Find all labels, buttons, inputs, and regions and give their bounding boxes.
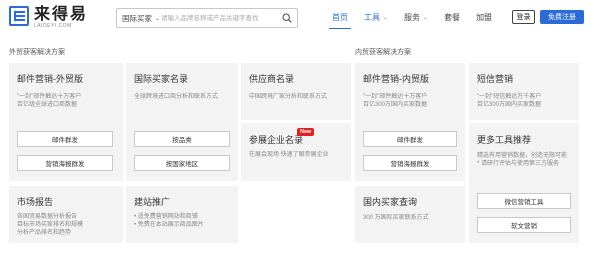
card-title: 参展企业名录 xyxy=(249,135,304,145)
nav-packages[interactable]: 套餐 xyxy=(444,8,460,26)
by-region-button[interactable]: 按国家地区 xyxy=(134,155,230,171)
card-email-foreign: 邮件营销-外贸版 "一封"邮件触达十万客户 百亿级全球进口商数据 邮件群发 营销… xyxy=(9,63,123,181)
card-desc: 300 万国际买家联系方式 xyxy=(363,215,429,221)
new-badge: New xyxy=(297,128,315,136)
card-title: 邮件营销-外贸版 xyxy=(17,74,83,84)
card-sms[interactable]: 短信营销 "一封"短信触达万千客户 百亿300万国内买家数据 xyxy=(469,63,579,120)
login-button[interactable]: 登录 xyxy=(512,10,535,24)
card-title: 建站推广 xyxy=(134,197,171,207)
card-desc: 在展会现场 快速了解参展企业 xyxy=(249,152,329,158)
search-bar: 国际买家 ⌄ xyxy=(116,8,298,28)
by-category-button[interactable]: 按品类 xyxy=(134,131,230,147)
card-title: 短信营销 xyxy=(477,74,514,84)
email-blast-button[interactable]: 邮件群发 xyxy=(17,131,113,147)
search-category-select[interactable]: 国际买家 ⌄ xyxy=(117,13,161,24)
main-nav: 首页 工具 ⌄ 服务 ⌄ 套餐 加盟 xyxy=(329,8,508,29)
card-market-report[interactable]: 市场报告 各国贸易数据分析报告 目标市场买家排名和规模 分析产品排名和趋势 xyxy=(9,186,123,243)
site-logo[interactable]: 来得易 LAIDEYI.COM xyxy=(9,6,88,30)
card-desc: 精选有用营销数据，创造无限可能 * 请研行评估与使用第三方服务 xyxy=(477,153,568,167)
nav-tools[interactable]: 工具 ⌄ xyxy=(364,8,388,26)
card-title: 国际买家名录 xyxy=(134,74,189,84)
wechat-tools-button[interactable]: 微信营销工具 xyxy=(477,193,571,209)
card-intl-buyers: 国际买家名录 全球跨境进口商分析和联系方式 按品类 按国家地区 xyxy=(126,63,238,181)
top-header: 来得易 LAIDEYI.COM 国际买家 ⌄ 首页 工具 ⌄ 服务 ⌄ 套餐 xyxy=(0,0,600,36)
card-more-tools: 更多工具推荐 精选有用营销数据，创造无限可能 * 请研行评估与使用第三方服务 微… xyxy=(469,123,579,243)
card-title: 邮件营销-内贸版 xyxy=(363,74,429,84)
card-title: 市场报告 xyxy=(17,197,54,207)
logo-mark-icon xyxy=(9,6,29,26)
card-site-promo[interactable]: 建站推广 • 适免费营销网站和商铺 • 免费在本站展示商品图片 xyxy=(126,186,238,243)
chevron-down-icon: ⌄ xyxy=(155,15,161,22)
logo-name: 来得易 xyxy=(34,6,89,23)
card-expo[interactable]: 参展企业名录 New 在展会现场 快速了解参展企业 xyxy=(241,123,351,181)
card-desc: 各国贸易数据分析报告 目标市场买家排名和规模 分析产品排名和趋势 xyxy=(17,214,84,236)
chevron-down-icon: ⌄ xyxy=(383,14,389,21)
search-icon[interactable] xyxy=(282,13,292,23)
nav-franchise[interactable]: 加盟 xyxy=(476,8,492,26)
card-desc: 全球跨境进口商分析和联系方式 xyxy=(134,94,219,100)
poster-blast-button[interactable]: 营销海报群发 xyxy=(363,155,457,171)
card-email-domestic: 邮件营销-内贸版 "一封"邮件触达十万客户 百亿300万国内买家数据 邮件群发 … xyxy=(355,63,465,181)
section-title-foreign: 外贸获客解决方案 xyxy=(9,49,65,56)
card-domestic-buyers[interactable]: 国内买家查询 300 万国际买家联系方式 xyxy=(355,186,465,243)
nav-home[interactable]: 首页 xyxy=(329,8,351,29)
card-title: 更多工具推荐 xyxy=(477,135,532,145)
section-title-domestic: 内贸获客解决方案 xyxy=(355,49,411,56)
chevron-down-icon: ⌄ xyxy=(423,14,429,21)
card-desc: "一封"邮件触达十万客户 百亿级全球进口商数据 xyxy=(17,94,82,108)
register-button[interactable]: 免费注册 xyxy=(540,10,584,24)
card-title: 国内买家查询 xyxy=(363,197,418,207)
card-desc: • 适免费营销网站和商铺 • 免费在本站展示商品图片 xyxy=(134,214,204,228)
poster-blast-button[interactable]: 营销海报群发 xyxy=(17,155,113,171)
card-title: 供应商名录 xyxy=(249,74,295,84)
card-supplier[interactable]: 供应商名录 中国跨境厂家分析和联系方式 xyxy=(241,63,351,120)
nav-services[interactable]: 服务 ⌄ xyxy=(404,8,428,26)
search-input[interactable] xyxy=(161,10,273,26)
card-desc: "一封"短信触达万千客户 百亿300万国内买家数据 xyxy=(477,94,542,108)
card-desc: 中国跨境厂家分析和联系方式 xyxy=(249,94,328,100)
email-blast-button[interactable]: 邮件群发 xyxy=(363,131,457,147)
soft-article-button[interactable]: 软文营销 xyxy=(477,217,571,233)
search-category-label: 国际买家 xyxy=(122,13,152,23)
logo-domain: LAIDEYI.COM xyxy=(34,23,72,29)
card-desc: "一封"邮件触达十万客户 百亿300万国内买家数据 xyxy=(363,94,428,108)
